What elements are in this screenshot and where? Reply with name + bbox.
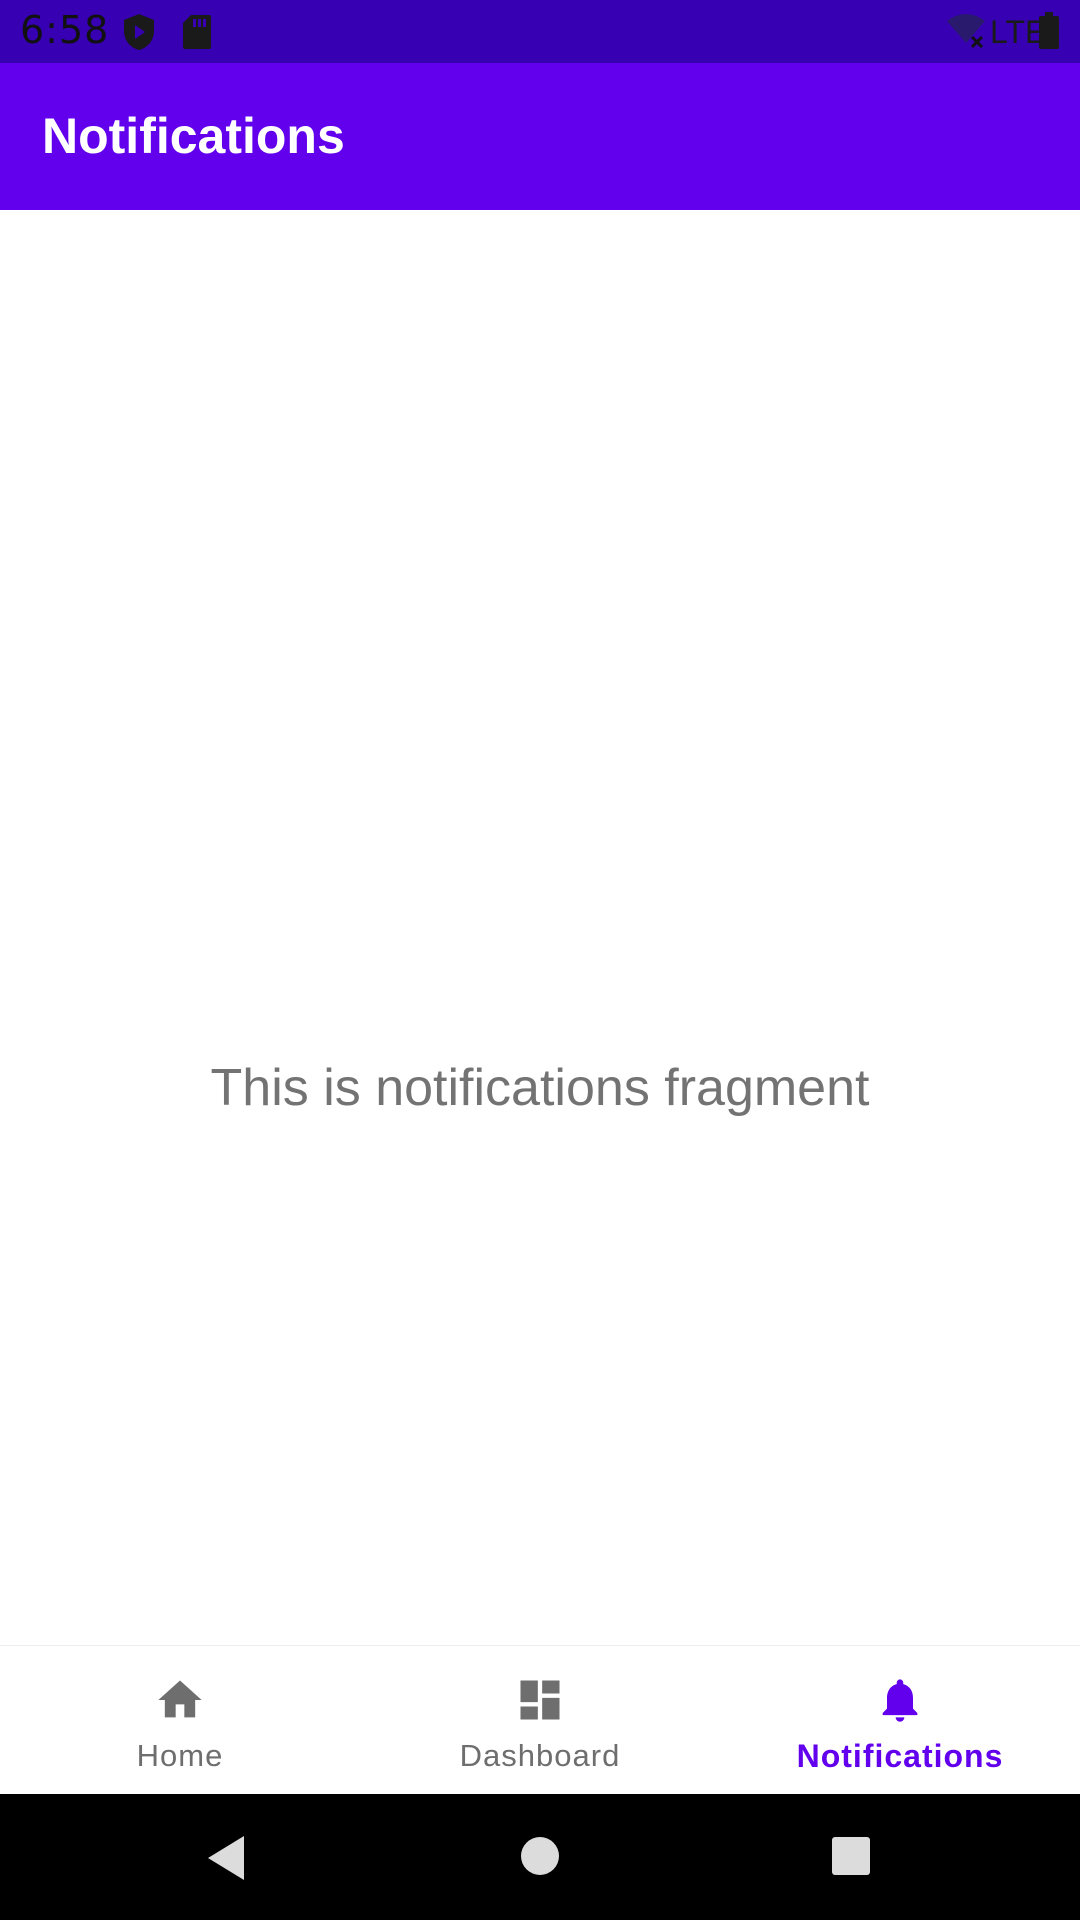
system-navigation-bar [0, 1794, 1080, 1920]
status-time: 6:58 [20, 8, 110, 52]
bell-icon [882, 1679, 918, 1722]
wifi-off-icon [946, 13, 986, 54]
nav-item-dashboard[interactable]: Dashboard [360, 1646, 720, 1795]
back-icon[interactable] [204, 1834, 248, 1882]
page-title: Notifications [42, 108, 345, 164]
bottom-navigation: Home Dashboard Notifications [0, 1645, 1080, 1795]
battery-icon [1038, 12, 1060, 55]
nav-label-dashboard: Dashboard [459, 1738, 621, 1773]
home-icon [158, 1680, 202, 1718]
dashboard-icon [520, 1680, 560, 1720]
fragment-message: This is notifications fragment [210, 1059, 870, 1117]
status-bar: 6:58 LTE [0, 0, 1080, 63]
sd-card-icon [182, 14, 212, 55]
shield-icon [122, 13, 156, 56]
recents-square-icon[interactable] [831, 1836, 871, 1876]
nav-item-notifications[interactable]: Notifications [720, 1646, 1080, 1795]
nav-item-home[interactable]: Home [0, 1646, 360, 1795]
app-bar: Notifications [0, 63, 1080, 210]
notifications-fragment: This is notifications fragment [0, 210, 1080, 1645]
nav-label-notifications: Notifications [796, 1738, 1004, 1774]
nav-label-home: Home [136, 1738, 224, 1773]
app-screen: 6:58 LTE Notifications This is notificat… [0, 0, 1080, 1920]
home-circle-icon[interactable] [520, 1836, 560, 1876]
